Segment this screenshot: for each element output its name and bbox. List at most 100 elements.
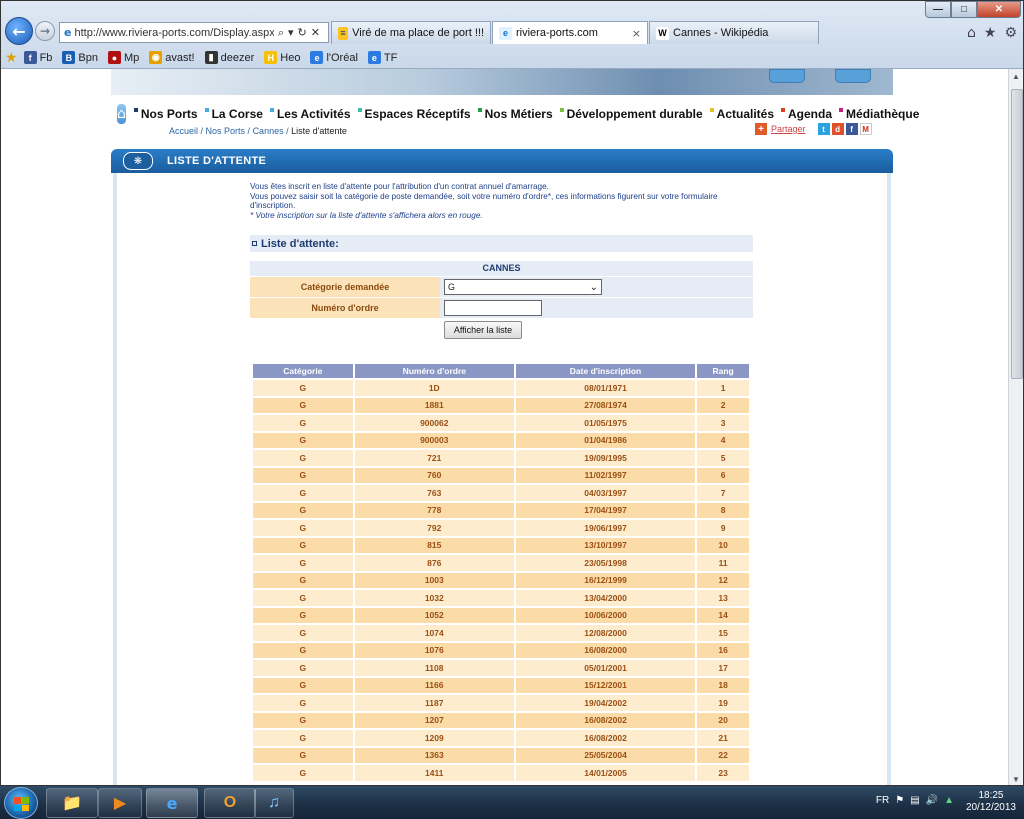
table-cell: 14/01/2005: [515, 765, 696, 781]
table-row: G 792 19/06/1997 9: [253, 520, 749, 536]
favorite-icon: H: [264, 51, 278, 64]
menu-item-label: Médiathèque: [846, 107, 920, 121]
breadcrumb-item-home[interactable]: Accueil: [169, 126, 198, 136]
gmail-icon[interactable]: M: [859, 123, 872, 135]
table-cell: 1166: [354, 677, 514, 693]
show-list-button[interactable]: Afficher la liste: [444, 321, 522, 339]
menu-item[interactable]: La Corse: [204, 107, 263, 121]
home-icon[interactable]: ⌂: [967, 25, 976, 41]
favorite-link[interactable]: H Heo: [264, 51, 300, 64]
forward-button[interactable]: →: [35, 21, 55, 41]
language-indicator[interactable]: FR: [876, 795, 889, 806]
twitter-icon[interactable]: t: [817, 123, 830, 135]
menu-item[interactable]: Nos Ports: [133, 107, 198, 121]
internet-explorer-taskbar-icon[interactable]: e: [146, 788, 198, 818]
volume-tray-icon[interactable]: 🔊: [926, 795, 938, 806]
favorites-star-icon[interactable]: ★: [5, 50, 18, 66]
facebook-icon[interactable]: f: [845, 123, 858, 135]
breadcrumb-item-ports[interactable]: Nos Ports: [206, 126, 246, 136]
table-cell: 1: [697, 380, 749, 396]
order-number-input[interactable]: [444, 300, 542, 316]
itunes-taskbar-icon[interactable]: ♫: [254, 788, 294, 818]
favorite-link[interactable]: ▮ deezer: [204, 51, 254, 64]
table-row: G 1032 13/04/2000 13: [253, 590, 749, 606]
breadcrumb-item-cannes[interactable]: Cannes: [253, 126, 284, 136]
scroll-down-icon[interactable]: ▼: [1012, 775, 1020, 784]
table-cell: 1207: [354, 712, 514, 728]
mail-icon[interactable]: [769, 69, 805, 83]
scrollbar-thumb[interactable]: [1011, 89, 1023, 379]
page-title: LISTE D'ATTENTE: [167, 155, 267, 167]
table-cell: 778: [354, 502, 514, 518]
table-cell: 721: [354, 450, 514, 466]
settings-gear-icon[interactable]: ⚙: [1004, 25, 1017, 41]
table-cell: 9: [697, 520, 749, 536]
favorite-link[interactable]: f Fb: [23, 51, 52, 64]
menu-item[interactable]: Médiathèque: [839, 107, 919, 121]
page-viewport: ⌂ Nos Ports La Corse Les Activités Espaces …: [1, 69, 1008, 785]
menu-item[interactable]: Les Activités: [269, 107, 351, 121]
favorite-label: l'Oréal: [326, 51, 358, 64]
table-cell: 12: [697, 572, 749, 588]
share-plus-icon[interactable]: +: [755, 123, 767, 135]
browser-tab[interactable]: e riviera-ports.com ×: [492, 21, 648, 44]
form-row-category: Catégorie demandée G ⌄: [250, 277, 753, 297]
table-cell: 11: [697, 555, 749, 571]
address-url[interactable]: http://www.riviera-ports.com/Display.asp…: [74, 27, 273, 39]
table-cell: 1209: [354, 730, 514, 746]
main-menu: ⌂ Nos Ports La Corse Les Activités Espaces …: [117, 103, 919, 125]
maximize-button[interactable]: □: [951, 1, 977, 18]
vertical-scrollbar[interactable]: ▲ ▼: [1008, 69, 1023, 785]
favorite-icon: ●: [107, 51, 121, 64]
address-bar[interactable]: e http://www.riviera-ports.com/Display.a…: [59, 22, 329, 43]
favorite-icon: e: [310, 51, 324, 64]
table-cell: 16/12/1999: [515, 572, 696, 588]
table-row: G 876 23/05/1998 11: [253, 555, 749, 571]
table-row: G 763 04/03/1997 7: [253, 485, 749, 501]
menu-item[interactable]: Actualités: [709, 107, 774, 121]
network-tray-icon[interactable]: ▤: [910, 795, 919, 806]
address-tools-icons[interactable]: ⌕▾↻✕: [274, 26, 328, 40]
favorites-bar: ★ f Fb B Bpn ● Mp ◉ avast! ▮ deezer H Heo e l'Oréal e T…: [1, 47, 1023, 68]
browser-tab[interactable]: W Cannes - Wikipédia: [649, 21, 819, 44]
flag-tray-icon[interactable]: ⚑: [895, 795, 904, 806]
table-cell: 27/08/1974: [515, 397, 696, 413]
favorite-icon: B: [62, 51, 76, 64]
favorite-link[interactable]: ● Mp: [107, 51, 139, 64]
menu-item[interactable]: Développement durable: [559, 107, 703, 121]
explorer-taskbar-icon[interactable]: 📁: [46, 788, 98, 818]
media-player-taskbar-icon[interactable]: ▶: [98, 788, 142, 818]
table-cell: 7: [697, 485, 749, 501]
outlook-taskbar-icon[interactable]: O: [204, 788, 256, 818]
category-select[interactable]: G ⌄: [444, 279, 602, 295]
table-cell: 1003: [354, 572, 514, 588]
close-button[interactable]: ✕: [977, 1, 1021, 18]
home-button[interactable]: ⌂: [117, 104, 126, 124]
favorite-link[interactable]: e TF: [367, 51, 397, 64]
browser-tab[interactable]: ≡ Viré de ma place de port !!!: [331, 21, 491, 44]
scroll-up-icon[interactable]: ▲: [1012, 72, 1020, 81]
favorites-star-icon[interactable]: ★: [984, 25, 997, 41]
favorite-icon: e: [367, 51, 381, 64]
minimize-button[interactable]: —: [925, 1, 951, 18]
back-button[interactable]: ←: [5, 17, 33, 45]
favorite-link[interactable]: B Bpn: [62, 51, 98, 64]
drive-tray-icon[interactable]: ▲: [944, 795, 954, 806]
close-tab-icon[interactable]: ×: [624, 27, 641, 40]
favorite-link[interactable]: e l'Oréal: [310, 51, 358, 64]
menu-bullet-icon: [269, 108, 274, 112]
bullet-box-icon: [252, 241, 257, 246]
favorite-link[interactable]: ◉ avast!: [149, 51, 195, 64]
contact-icon[interactable]: [835, 69, 871, 83]
menu-item[interactable]: Espaces Réceptifs: [357, 107, 471, 121]
windows-logo-icon: [14, 797, 29, 811]
clock[interactable]: 18:25 20/12/2013: [966, 790, 1016, 814]
delicious-icon[interactable]: d: [831, 123, 844, 135]
table-row: G 1166 15/12/2001 18: [253, 677, 749, 693]
table-cell: G: [253, 397, 353, 413]
share-link[interactable]: Partager: [771, 124, 806, 134]
menu-item[interactable]: Agenda: [781, 107, 832, 121]
menu-item[interactable]: Nos Métiers: [477, 107, 553, 121]
table-cell: 15/12/2001: [515, 677, 696, 693]
start-button[interactable]: [4, 787, 38, 819]
